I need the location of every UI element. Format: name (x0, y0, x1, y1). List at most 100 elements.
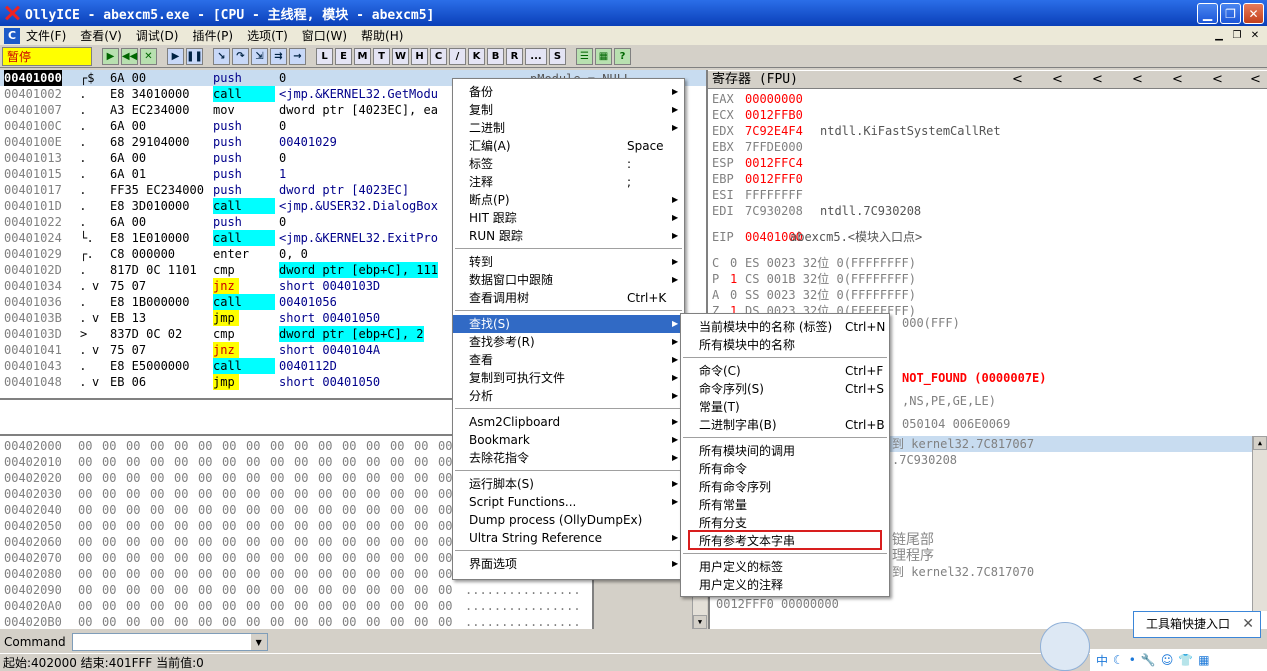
menu-options[interactable]: 选项(T) (247, 27, 288, 44)
menu-item[interactable]: 注释; (453, 173, 684, 191)
scroll-down-icon[interactable]: ▼ (693, 615, 707, 629)
trace-over-icon[interactable]: ⇉ (270, 47, 287, 65)
menu-item[interactable]: 分析 ▶ (453, 387, 684, 405)
arrow-left-icon[interactable]: < (1012, 71, 1023, 89)
arrow-left-icon[interactable]: < (1052, 71, 1063, 89)
disasm-address[interactable]: 00401007 (4, 102, 62, 118)
modules-window-button[interactable]: E (335, 47, 352, 65)
close-button[interactable]: ✕ (1243, 3, 1264, 24)
trace-into-icon[interactable]: ⇲ (251, 47, 268, 65)
menu-item[interactable]: 查看 ▶ (453, 351, 684, 369)
runtrace-window-button[interactable]: ... (525, 47, 547, 65)
menu-plugins[interactable]: 插件(P) (192, 27, 233, 44)
menu-item[interactable]: RUN 跟踪 ▶ (453, 227, 684, 245)
context-menu[interactable]: 备份 ▶ 复制 ▶ 二进制 ▶ 汇编(A) Space 标签: 注释; 断点(P) ▶ HIT 跟踪 ▶ R… (452, 78, 685, 580)
run-icon[interactable]: ▶ (167, 47, 184, 65)
disasm-address[interactable]: 00401022 (4, 214, 62, 230)
callstack-window-button[interactable]: K (468, 47, 485, 65)
register-value[interactable]: 00000000 (745, 91, 803, 107)
log-window-button[interactable]: L (316, 47, 333, 65)
disasm-address[interactable]: 0040103D (4, 326, 62, 342)
menu-item[interactable]: 汇编(A) Space (453, 137, 684, 155)
menu-item[interactable]: 所有模块中的名称 (681, 336, 889, 354)
disasm-address[interactable]: 0040103B (4, 310, 62, 326)
menu-item[interactable]: 用户定义的标签 (681, 558, 889, 576)
register-value[interactable]: 7C92E4F4 (745, 123, 803, 139)
assistant-avatar-icon[interactable] (1040, 622, 1090, 671)
title-bar[interactable]: OllyICE - abexcm5.exe - [CPU - 主线程, 模块 -… (0, 0, 1267, 26)
help-icon[interactable]: ? (614, 47, 631, 65)
menu-item[interactable]: 当前模块中的名称 (标签) Ctrl+N (681, 318, 889, 336)
menu-item[interactable]: Asm2Clipboard ▶ (453, 413, 684, 431)
dump-address[interactable]: 00402000 (4, 438, 62, 454)
dump-row[interactable]: 00402090 00 00 00 00 00 00 00 00 00 00 00 00 00 00 00 00… (0, 582, 592, 598)
mdi-minimize-icon[interactable]: ▁ (1211, 28, 1227, 42)
disasm-address[interactable]: 00401015 (4, 166, 62, 182)
flag-value[interactable]: 1 (730, 271, 737, 287)
menu-file[interactable]: 文件(F) (26, 27, 66, 44)
menu-window[interactable]: 窗口(W) (302, 27, 347, 44)
close-process-icon[interactable]: ✕ (140, 47, 157, 65)
flag-row[interactable]: C 0 ES 0023 32位 0(FFFFFFFF) (712, 255, 1252, 271)
menu-item[interactable]: 界面选项 ▶ (453, 555, 684, 573)
disasm-address[interactable]: 00401013 (4, 150, 62, 166)
menu-item[interactable]: 命令(C) Ctrl+F (681, 362, 889, 380)
dump-address[interactable]: 00402010 (4, 454, 62, 470)
menu-item[interactable]: 二进制字串(B) Ctrl+B (681, 416, 889, 434)
dump-address[interactable]: 00402040 (4, 502, 62, 518)
pause-icon[interactable]: ❚❚ (186, 47, 203, 65)
windows-window-button[interactable]: W (392, 47, 409, 65)
menu-item[interactable]: 所有常量 (681, 496, 889, 514)
menu-debug[interactable]: 调试(D) (136, 27, 179, 44)
minimize-button[interactable]: ▁ (1197, 3, 1218, 24)
dump-address[interactable]: 00402060 (4, 534, 62, 550)
menu-item[interactable]: 用户定义的注释 (681, 576, 889, 594)
dump-row[interactable]: 004020A0 00 00 00 00 00 00 00 00 00 00 00 00 00 00 00 00… (0, 598, 592, 614)
execute-till-return-icon[interactable]: → (289, 47, 306, 65)
cpu-window-button[interactable]: C (430, 47, 447, 65)
step-over-icon[interactable]: ↷ (232, 47, 249, 65)
disasm-address[interactable]: 00401000 (4, 70, 62, 86)
close-icon[interactable]: ✕ (1242, 612, 1254, 637)
menu-item[interactable]: 常量(T) (681, 398, 889, 416)
menu-item[interactable]: 复制 ▶ (453, 101, 684, 119)
dump-address[interactable]: 00402030 (4, 486, 62, 502)
register-value[interactable]: 7FFDE000 (745, 139, 803, 155)
smile-icon[interactable]: ☺ (1161, 653, 1174, 667)
disasm-address[interactable]: 00401002 (4, 86, 62, 102)
dump-address[interactable]: 00402080 (4, 566, 62, 582)
find-submenu[interactable]: 当前模块中的名称 (标签) Ctrl+N 所有模块中的名称 命令(C) Ctrl+F 命令… (680, 313, 890, 597)
register-row[interactable]: EBP 0012FFF0 (712, 171, 1252, 187)
register-value[interactable]: 0012FFB0 (745, 107, 803, 123)
register-row[interactable]: ECX 0012FFB0 (712, 107, 1252, 123)
menu-item[interactable]: 断点(P) ▶ (453, 191, 684, 209)
mdi-restore-icon[interactable]: ❐ (1229, 28, 1245, 42)
menu-item[interactable]: 所有命令 (681, 460, 889, 478)
restart-icon[interactable]: ◀◀ (121, 47, 138, 65)
dump-address[interactable]: 004020A0 (4, 598, 62, 614)
register-row[interactable]: EAX 00000000 (712, 91, 1252, 107)
menu-item[interactable]: Ultra String Reference ▶ (453, 529, 684, 547)
restore-button[interactable]: ❐ (1220, 3, 1241, 24)
dump-address[interactable]: 00402020 (4, 470, 62, 486)
list-icon[interactable]: ☰ (576, 47, 593, 65)
disasm-address[interactable]: 0040102D (4, 262, 62, 278)
disasm-address[interactable]: 00401017 (4, 182, 62, 198)
stack-scrollbar[interactable]: ▲ (1252, 436, 1267, 611)
arrow-left-icon[interactable]: < (1212, 71, 1223, 89)
dump-address[interactable]: 004020B0 (4, 614, 62, 629)
menu-item[interactable]: 标签: (453, 155, 684, 173)
open-icon[interactable]: ▶ (102, 47, 119, 65)
menu-item[interactable]: 命令序列(S) Ctrl+S (681, 380, 889, 398)
menu-help[interactable]: 帮助(H) (361, 27, 403, 44)
register-row[interactable]: EBX 7FFDE000 (712, 139, 1252, 155)
ime-indicator[interactable]: 中 (1096, 652, 1108, 669)
menu-item[interactable]: 查看调用树 Ctrl+K (453, 289, 684, 307)
dump-row[interactable]: 004020B0 00 00 00 00 00 00 00 00 00 00 00 00 00 00 00 00… (0, 614, 592, 629)
memory-window-button[interactable]: M (354, 47, 371, 65)
patches-window-button[interactable]: / (449, 47, 466, 65)
disasm-address[interactable]: 0040101D (4, 198, 62, 214)
disasm-address[interactable]: 00401043 (4, 358, 62, 374)
dump-address[interactable]: 00402070 (4, 550, 62, 566)
menu-item[interactable]: 运行脚本(S) ▶ (453, 475, 684, 493)
